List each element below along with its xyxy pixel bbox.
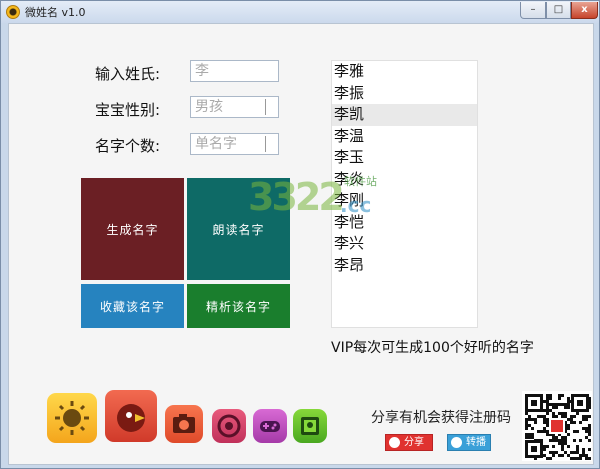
name-list-item[interactable]: 李雅: [332, 61, 477, 83]
surname-input[interactable]: 李: [190, 60, 279, 82]
close-button[interactable]: x: [571, 2, 598, 19]
angry-bird-app-icon[interactable]: [105, 390, 157, 442]
name-list-item[interactable]: 李兴: [332, 233, 477, 255]
share-tencent-weibo-button[interactable]: 转播: [447, 434, 491, 451]
watermark-domain: .cc: [340, 193, 372, 217]
gender-value: 男孩: [195, 99, 223, 115]
name-count-value: 单名字: [195, 136, 237, 152]
favorite-name-button[interactable]: 收藏该名字: [81, 284, 184, 328]
app-window: 微姓名 v1.0 – □ x 输入姓氏: 李 宝宝性别: 男孩 名字个数: 单名…: [0, 0, 600, 469]
minimize-button[interactable]: –: [520, 2, 546, 19]
gender-label: 宝宝性别:: [95, 101, 161, 119]
dropdown-separator: [265, 136, 266, 152]
surname-label: 输入姓氏:: [95, 65, 161, 83]
dropdown-separator: [265, 99, 266, 115]
name-count-label: 名字个数:: [95, 137, 161, 155]
contacts-app-icon[interactable]: [293, 409, 327, 443]
name-count-select[interactable]: 单名字: [190, 133, 279, 155]
analyze-label: 精析该名字: [205, 299, 271, 314]
gender-select[interactable]: 男孩: [190, 96, 279, 118]
weibo-icon: [389, 437, 400, 448]
favorite-label: 收藏该名字: [99, 299, 165, 314]
maximize-button[interactable]: □: [546, 2, 571, 19]
tencent-weibo-icon: [451, 437, 462, 448]
sun-app-icon[interactable]: [47, 393, 97, 443]
chrome-app-icon[interactable]: [212, 409, 246, 443]
window-title: 微姓名 v1.0: [25, 6, 86, 19]
name-list-item[interactable]: 李昂: [332, 255, 477, 277]
gamepad-app-icon[interactable]: [253, 409, 287, 443]
generate-names-button[interactable]: 生成名字: [81, 178, 184, 280]
watermark-logo: 3322 软件站 .cc: [248, 171, 388, 231]
name-list-item[interactable]: 李玉: [332, 147, 477, 169]
generate-label: 生成名字: [106, 222, 159, 237]
vip-notice: VIP每次可生成100个好听的名字: [331, 340, 534, 356]
share-weibo-label: 分享: [404, 437, 424, 448]
title-bar[interactable]: 微姓名 v1.0 – □ x: [1, 1, 599, 23]
analyze-name-button[interactable]: 精析该名字: [187, 284, 290, 328]
share-tweibo-label: 转播: [466, 437, 486, 448]
camera-app-icon[interactable]: [165, 405, 203, 443]
app-logo-icon: [6, 5, 20, 19]
name-list-item[interactable]: 李凯: [332, 104, 477, 126]
watermark-site: 软件站: [344, 175, 377, 188]
name-list-item[interactable]: 李振: [332, 83, 477, 105]
watermark-number: 3322: [248, 175, 345, 219]
qr-code: [522, 391, 592, 461]
share-weibo-button[interactable]: 分享: [385, 434, 433, 451]
name-list-item[interactable]: 李温: [332, 126, 477, 148]
share-prompt: 分享有机会获得注册码: [371, 410, 511, 426]
